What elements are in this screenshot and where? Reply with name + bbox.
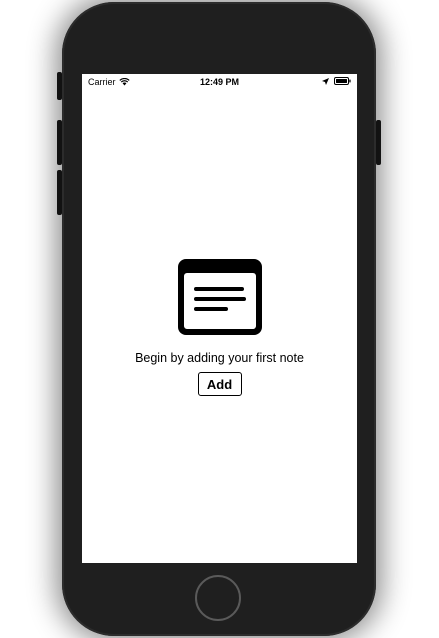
empty-state: Begin by adding your first note Add (82, 259, 357, 396)
empty-state-message: Begin by adding your first note (135, 351, 304, 365)
status-time: 12:49 PM (199, 77, 240, 87)
note-list-icon (177, 259, 262, 335)
simulator-stage: Carrier 12:49 PM Begin by adding your fi… (0, 0, 439, 638)
battery-icon (334, 77, 351, 85)
status-bar: Carrier 12:49 PM (82, 74, 357, 90)
app-screen: Carrier 12:49 PM Begin by adding your fi… (82, 74, 357, 563)
status-indicators (322, 77, 351, 85)
add-note-button[interactable]: Add (197, 372, 242, 396)
location-arrow-icon (322, 77, 329, 85)
home-button[interactable] (195, 575, 241, 621)
power-button (376, 120, 381, 165)
